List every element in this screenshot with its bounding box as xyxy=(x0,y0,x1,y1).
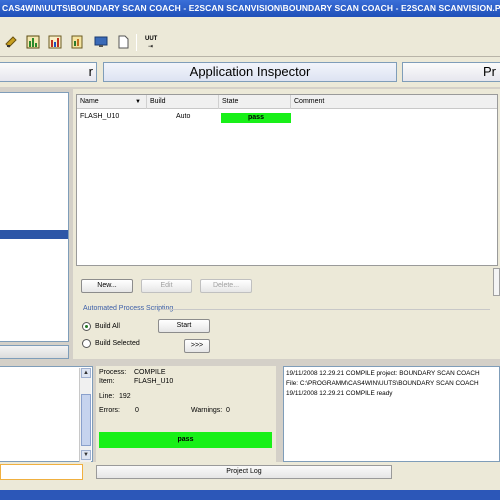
uut-icon[interactable]: UUT ⇥ xyxy=(144,36,160,50)
column-comment[interactable]: Comment xyxy=(291,95,497,109)
grid-header: Name ▼ Build State Comment xyxy=(77,95,497,109)
column-build[interactable]: Build xyxy=(147,95,219,109)
build-selected-label[interactable]: Build Selected xyxy=(95,340,140,347)
process-label: Process: xyxy=(99,369,127,376)
bar-chart-icon[interactable] xyxy=(48,35,62,49)
inspector-panel: Name ▼ Build State Comment FLASH_U10 Aut… xyxy=(73,89,500,359)
row-build: Auto xyxy=(176,113,191,120)
grid-chart-icon[interactable] xyxy=(26,35,40,49)
taskbar xyxy=(0,490,500,500)
row-state-badge: pass xyxy=(221,113,291,123)
main-tabs: r Application Inspector Pr xyxy=(0,57,500,87)
uut-arrow-icon: ⇥ xyxy=(148,44,154,50)
process-value: COMPILE xyxy=(134,369,166,376)
monitor-icon[interactable] xyxy=(94,35,108,49)
window-title: CAS4WIN\UUTS\BOUNDARY SCAN COACH - E2SCA… xyxy=(0,0,500,17)
errors-label: Errors: xyxy=(99,407,120,414)
column-name[interactable]: Name ▼ xyxy=(77,95,147,109)
more-button[interactable]: >>> xyxy=(184,339,210,353)
tab-right[interactable]: Pr xyxy=(402,62,500,82)
section-divider xyxy=(160,309,490,310)
left-panel-button[interactable] xyxy=(0,345,69,359)
blank-page-icon[interactable] xyxy=(116,35,130,49)
toolbar: UUT ⇥ xyxy=(0,17,500,57)
sort-arrow-icon: ▼ xyxy=(135,99,141,105)
warnings-label: Warnings: xyxy=(191,407,223,414)
toolbar-separator xyxy=(136,34,137,51)
row-name: FLASH_U10 xyxy=(80,113,120,120)
log-output[interactable]: 19/11/2008 12.29.21 COMPILE project: BOU… xyxy=(283,366,500,462)
tag-icon[interactable] xyxy=(4,35,18,49)
project-tree[interactable] xyxy=(0,92,69,342)
build-all-radio[interactable] xyxy=(82,322,91,331)
edit-button[interactable]: Edit xyxy=(141,279,192,293)
item-label: Item: xyxy=(99,378,115,385)
log-line: 19/11/2008 12.29.21 COMPILE ready xyxy=(286,390,393,397)
warnings-value: 0 xyxy=(226,407,230,414)
output-list-scrollbar[interactable]: ▲ ▼ xyxy=(79,368,91,462)
column-name-label: Name xyxy=(80,98,99,105)
right-panel-scrollbar[interactable] xyxy=(493,268,500,296)
scroll-up-icon[interactable]: ▲ xyxy=(81,368,91,378)
tab-left-label: r xyxy=(88,64,93,79)
line-label: Line: xyxy=(99,393,115,400)
result-status-bar: pass xyxy=(99,432,272,448)
application-grid[interactable]: Name ▼ Build State Comment FLASH_U10 Aut… xyxy=(76,94,498,266)
build-all-label[interactable]: Build All xyxy=(95,323,120,330)
item-value: FLASH_U10 xyxy=(134,378,174,385)
new-button[interactable]: New... xyxy=(81,279,133,293)
build-selected-radio[interactable] xyxy=(82,339,91,348)
log-line: 19/11/2008 12.29.21 COMPILE project: BOU… xyxy=(286,370,480,377)
start-button[interactable]: Start xyxy=(158,319,210,333)
tab-left[interactable]: r xyxy=(0,62,97,82)
bottom-left-tab[interactable] xyxy=(0,464,83,480)
errors-value: 0 xyxy=(135,407,139,414)
document-chart-icon[interactable] xyxy=(70,35,84,49)
line-value: 192 xyxy=(119,393,131,400)
log-line: File: C:\PROGRAMM\CAS4WIN\UUTS\BOUNDARY … xyxy=(286,380,479,387)
column-state[interactable]: State xyxy=(219,95,291,109)
tab-application-inspector[interactable]: Application Inspector xyxy=(103,62,397,82)
delete-button[interactable]: Delete... xyxy=(200,279,252,293)
tab-project-log[interactable]: Project Log xyxy=(96,465,392,479)
tree-selected-item[interactable] xyxy=(0,230,68,239)
uut-label: UUT xyxy=(145,36,158,42)
scroll-down-icon[interactable]: ▼ xyxy=(81,450,91,460)
scroll-thumb[interactable] xyxy=(81,394,91,446)
